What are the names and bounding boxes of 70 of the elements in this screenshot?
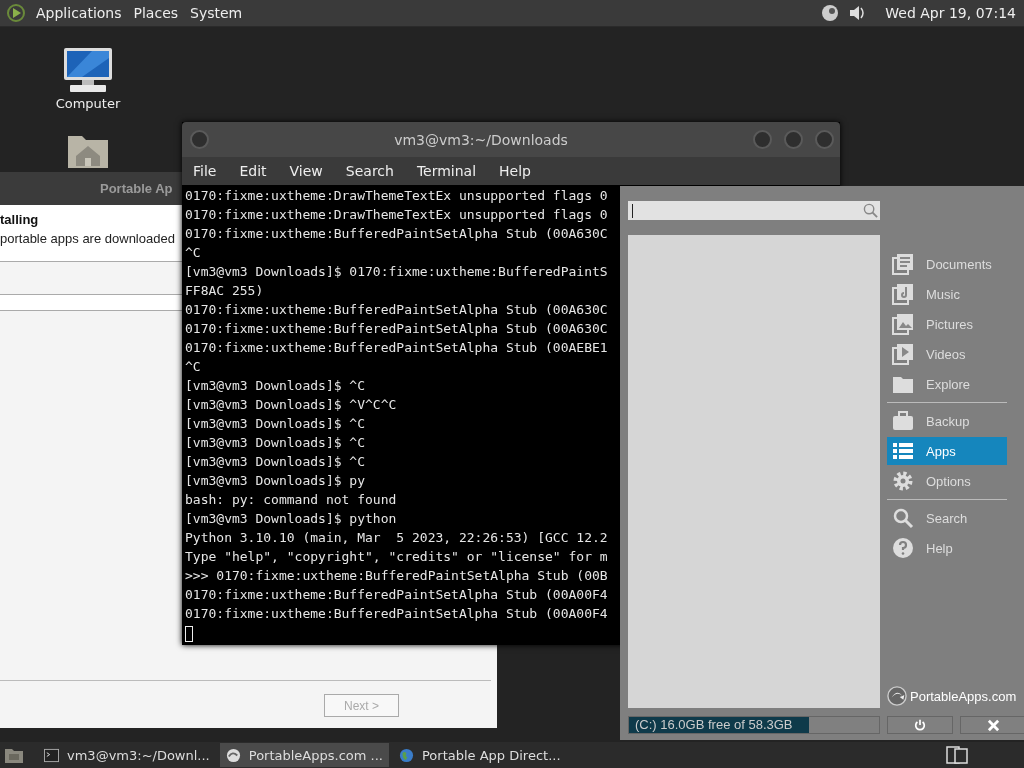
terminal-line: [vm3@vm3 Downloads]$ ^C (185, 454, 365, 469)
terminal-line: Python 3.10.10 (main, Mar 5 2023, 22:26:53) [GCC 12.2 (185, 530, 608, 545)
gear-icon (892, 470, 914, 492)
terminal-line: [vm3@vm3 Downloads]$ 0170:fixme:uxtheme:BufferedPaintS (185, 264, 608, 279)
terminal-line: [vm3@vm3 Downloads]$ py (185, 473, 365, 488)
taskbar-button[interactable]: Portable App Direct... (392, 743, 567, 767)
question-mark-icon (892, 537, 914, 559)
terminal-line: Type "help", "copyright", "credits" or "license" for m (185, 549, 608, 564)
taskbar-button[interactable]: PortableApps.com ... (219, 743, 389, 767)
terminal-line: >>> 0170:fixme:uxtheme:BufferedPaintSetAlpha Stub (00B (185, 568, 608, 583)
search-icon[interactable] (863, 203, 878, 218)
terminal-icon (44, 747, 59, 763)
terminal-line: [vm3@vm3 Downloads]$ ^C (185, 378, 365, 393)
search-icon (892, 507, 914, 529)
menu-logo-icon[interactable] (6, 3, 26, 23)
power-button[interactable] (887, 716, 953, 734)
terminal-line: ^C (185, 245, 201, 260)
menu-item[interactable]: Help (499, 163, 531, 179)
terminal-line: bash: py: command not found (185, 492, 397, 507)
menu-item[interactable]: Search (345, 163, 394, 179)
terminal-line: FF8AC 255) (185, 283, 264, 298)
terminal-line: [vm3@vm3 Downloads]$ ^C (185, 416, 365, 431)
workspace-switcher-icon[interactable] (946, 746, 968, 764)
logo-icon (887, 686, 907, 706)
briefcase-icon (892, 410, 914, 432)
globe-icon (398, 747, 414, 763)
terminal-line: 0170:fixme:uxtheme:BufferedPaintSetAlpha Stub (00A630C (185, 302, 608, 317)
play-icon (892, 343, 914, 365)
music-note-icon (892, 283, 914, 305)
sphere-icon (225, 747, 241, 763)
clock[interactable]: Wed Apr 19, 07:14 (885, 5, 1016, 21)
terminal-line: [vm3@vm3 Downloads]$ python (185, 511, 397, 526)
page-heading: talling (0, 212, 39, 227)
terminal-line: 0170:fixme:uxtheme:BufferedPaintSetAlpha Stub (00AEBE1 (185, 340, 608, 355)
drive-space-label: (C:) 16.0GB free of 58.3GB (635, 717, 793, 733)
terminal-line: 0170:fixme:uxtheme:BufferedPaintSetAlpha Stub (00A630C (185, 226, 608, 241)
window-title: vm3@vm3:~/Downloads (393, 131, 569, 148)
menu-item[interactable]: Terminal (416, 163, 477, 179)
terminal-line: 0170:fixme:uxtheme:DrawThemeTextEx unsupported flags 0 (185, 188, 608, 203)
panel-menu[interactable]: Applications (34, 5, 124, 21)
nav-item[interactable]: Apps (887, 437, 1007, 465)
close-button[interactable] (960, 716, 1024, 734)
menu-item[interactable]: File (193, 163, 217, 179)
terminal-line: [vm3@vm3 Downloads]$ ^C (185, 435, 365, 450)
panel-menu[interactable]: Places (131, 5, 181, 21)
tray-icon[interactable] (821, 4, 840, 22)
image-icon (892, 313, 914, 335)
panel-menu[interactable]: System (188, 5, 245, 21)
icon-label[interactable]: Computer (55, 96, 121, 111)
terminal-line: 0170:fixme:uxtheme:BufferedPaintSetAlpha Stub (00A00F4 (185, 587, 608, 602)
document-icon (892, 253, 914, 275)
terminal-line: 0170:fixme:uxtheme:BufferedPaintSetAlpha Stub (00A630C (185, 321, 608, 336)
page-description: portable apps are downloaded (0, 231, 175, 246)
text-cursor (185, 625, 193, 642)
text-field[interactable] (0, 295, 182, 311)
menu-item[interactable]: View (289, 163, 323, 179)
taskbar-button[interactable]: vm3@vm3:~/Downl... (38, 743, 216, 767)
window-title: Portable Ap (100, 181, 173, 196)
search-field[interactable] (628, 201, 880, 220)
show-desktop-icon[interactable] (4, 746, 24, 764)
list-icon (892, 440, 914, 462)
close-icon (986, 718, 1000, 732)
terminal-line: 0170:fixme:uxtheme:DrawThemeTextEx unsupported flags 0 (185, 207, 608, 222)
menu-item[interactable]: Edit (239, 163, 267, 179)
computer-icon[interactable] (62, 46, 114, 94)
terminal-line: 0170:fixme:uxtheme:BufferedPaintSetAlpha Stub (00A00F4 (185, 606, 608, 621)
brand-name[interactable]: PortableApps.com (910, 688, 1017, 704)
terminal-line: ^C (185, 359, 201, 374)
terminal-line: [vm3@vm3 Downloads]$ ^V^C^C (185, 397, 397, 412)
power-icon (914, 719, 926, 731)
